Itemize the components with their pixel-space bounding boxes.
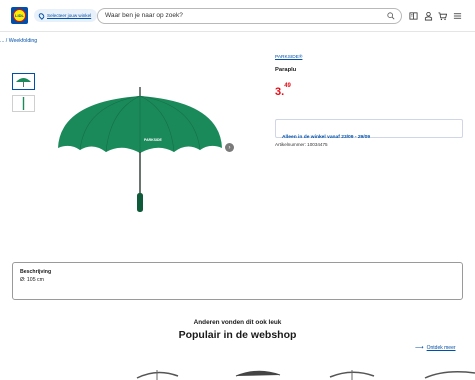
recommended-product-image[interactable] [135, 364, 180, 380]
chevron-right-icon: › [228, 144, 231, 151]
location-pin-icon [37, 11, 46, 20]
product-title: Paraplu [275, 67, 297, 73]
description-box[interactable]: Beschrijving Ø: 105 cm [12, 262, 463, 300]
product-brand-link[interactable]: PARKSIDE® [275, 55, 302, 60]
description-body: Ø: 105 cm [20, 277, 44, 283]
breadcrumb-separator: / [5, 38, 8, 44]
availability-text: Alleen in de winkel vanaf 23/09 - 29/09 [282, 135, 371, 140]
arrow-right-icon: ⟶ [415, 345, 424, 351]
logo-badge: LIDL [13, 9, 26, 22]
price-cents: 49 [284, 83, 291, 89]
search-placeholder: Waar ben je naar op zoek? [105, 12, 183, 19]
header: LIDL Selecteer jouw winkel Waar ben je n… [0, 0, 475, 32]
cart-icon[interactable] [438, 11, 447, 21]
price-main: 3. [275, 86, 285, 98]
article-number: Artikelnummer: 10034475 [275, 142, 328, 147]
description-title: Beschrijving [20, 269, 52, 275]
recommended-product-image[interactable] [420, 364, 475, 380]
store-selector-label: Selecteer jouw winkel [47, 13, 92, 18]
thumbnail-open-umbrella[interactable] [12, 73, 35, 90]
recommended-product-image[interactable] [234, 364, 282, 380]
search-icon[interactable] [387, 12, 395, 20]
product-image-umbrella: PARKSIDE [58, 87, 222, 212]
discover-more-label: Ontdek meer [426, 344, 456, 351]
next-image-button[interactable]: › [225, 143, 234, 152]
thumbnail-closed-umbrella[interactable] [12, 95, 35, 112]
breadcrumb-ellipsis[interactable]: ... [0, 38, 4, 44]
breadcrumb: ... / Weekfolding [0, 38, 37, 44]
search-input[interactable]: Waar ben je naar op zoek? [97, 8, 402, 24]
discover-more-link[interactable]: ⟶ Ontdek meer [415, 344, 456, 352]
recommendations-title: Populair in de webshop [178, 329, 297, 341]
breadcrumb-current[interactable]: Weekfolding [9, 38, 37, 44]
availability-box: Alleen in de winkel vanaf 23/09 - 29/09 [275, 119, 463, 140]
lidl-logo[interactable]: LIDL [11, 7, 28, 24]
menu-icon[interactable] [453, 11, 462, 21]
recommended-product-image[interactable] [328, 364, 376, 380]
folder-icon[interactable] [409, 11, 418, 21]
logo-text: LIDL [15, 13, 24, 18]
umbrella-print: PARKSIDE [144, 138, 162, 142]
recommendations-subtitle: Anderen vonden dit ook leuk [193, 319, 282, 326]
store-selector-button[interactable]: Selecteer jouw winkel [34, 9, 98, 22]
account-icon[interactable] [424, 11, 433, 21]
product-price: 3.49 [275, 82, 291, 100]
